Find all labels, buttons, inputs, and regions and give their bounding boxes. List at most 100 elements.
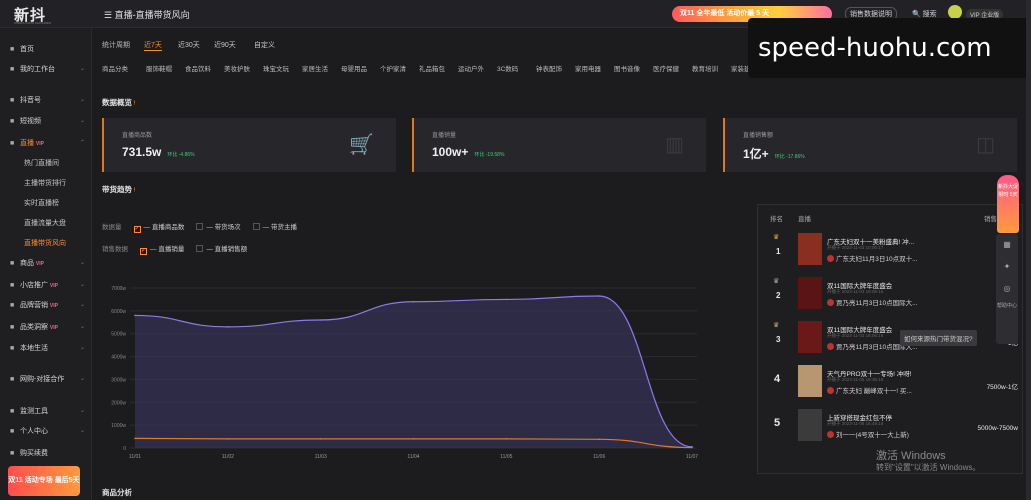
- help-center-icon[interactable]: 帮助中心: [996, 300, 1018, 322]
- category-option[interactable]: 服饰鞋帽: [146, 63, 172, 73]
- sidebar-item-2[interactable]: ■ 抖音号: [10, 95, 41, 105]
- sidebar-item-7[interactable]: 实时直播榜: [24, 198, 59, 208]
- category-option[interactable]: 医疗保健: [653, 63, 679, 73]
- anchor-info[interactable]: 广东夫妇 巅峰双十一! 买...: [827, 385, 912, 395]
- ranking-row[interactable]: ♛ 1 广东夫妇双十一美粉盛典! 冲... 开播于 2023-11-03 10:00:…: [758, 229, 1024, 273]
- anchor-info[interactable]: 刘一一(4号双十一大上新): [827, 429, 909, 439]
- category-option[interactable]: 食品饮料: [185, 63, 211, 73]
- sidebar-item-13[interactable]: ■ 品类洞察 VIP: [10, 322, 58, 332]
- overview-card: 直播销售额 1亿+ 环比 -17.86% ◫: [723, 118, 1017, 172]
- sidebar-item-5[interactable]: 热门直播间: [24, 158, 59, 168]
- period-option[interactable]: 近30天: [178, 40, 200, 50]
- ranking-row[interactable]: ♛ 3 双11国际大牌年度盛会 开播于 2023-11-03 18:06:16 贾乃亮1…: [758, 317, 1024, 361]
- sidebar-item-3[interactable]: ■ 短视频: [10, 116, 41, 126]
- period-option[interactable]: 近7天: [144, 40, 162, 51]
- category-option[interactable]: 美妆护肤: [224, 63, 250, 73]
- gift-icon[interactable]: ✦: [996, 256, 1018, 278]
- anchor-info[interactable]: 贾乃亮11月3日10点国际大...: [827, 297, 918, 307]
- chevron-icon[interactable]: ⌄: [80, 301, 85, 308]
- chevron-icon[interactable]: ⌄: [80, 259, 85, 266]
- sidebar-item-16[interactable]: ■ 监测工具: [10, 406, 48, 416]
- legend-checkbox[interactable]: ✓: [133, 226, 141, 233]
- data-point: [227, 326, 229, 328]
- live-thumbnail[interactable]: [798, 233, 822, 265]
- sidebar-item-0[interactable]: ■ 首页: [10, 44, 34, 54]
- category-label: 商品分类: [102, 66, 128, 73]
- avatar[interactable]: [948, 5, 962, 19]
- data-point: [412, 300, 415, 303]
- sidebar-item-4[interactable]: ■ 直播 VIP: [10, 138, 44, 148]
- sidebar-item-label: 本地生活: [19, 345, 48, 352]
- video-icon: ■: [10, 118, 15, 125]
- chevron-icon[interactable]: ⌄: [80, 427, 85, 434]
- chevron-icon[interactable]: ⌄: [80, 96, 85, 103]
- live-thumbnail[interactable]: [798, 409, 822, 441]
- sidebar-item-label: 抖音号: [19, 97, 41, 104]
- rank-number: 2: [776, 291, 781, 300]
- ranking-row[interactable]: 5 上新穿搭现金红包不停 开播于 2023-11-06 16:48:18 刘一一(4号…: [758, 405, 1024, 449]
- chevron-icon[interactable]: ⌄: [80, 281, 85, 288]
- sales-value: 5000w-7500w: [977, 425, 1018, 432]
- live-thumbnail[interactable]: [798, 321, 822, 353]
- category-option[interactable]: 图书音像: [614, 63, 640, 73]
- sidebar-item-15[interactable]: ■ 网购-对接合作: [10, 374, 64, 384]
- user-icon: ■: [10, 428, 15, 435]
- category-option[interactable]: 母婴用品: [341, 63, 367, 73]
- chevron-icon[interactable]: ⌄: [80, 323, 85, 330]
- ranking-row[interactable]: 4 天气丹PRO双十一专场! 冲呀! 开播于 2023-11-05 18:36:18…: [758, 361, 1024, 405]
- category-option[interactable]: 教育培训: [692, 63, 718, 73]
- chevron-icon[interactable]: ⌄: [80, 375, 85, 382]
- chevron-icon[interactable]: ⌄: [80, 65, 85, 72]
- vip-badge: VIP: [49, 325, 58, 331]
- sidebar-item-6[interactable]: 主播带货排行: [24, 178, 66, 188]
- bottom-promo-banner[interactable]: 双11 活动专场 最后5天: [8, 466, 80, 496]
- live-thumbnail[interactable]: [798, 277, 822, 309]
- goods-icon: ■: [10, 260, 15, 267]
- sidebar-item-12[interactable]: ■ 品牌营销 VIP: [10, 300, 58, 310]
- chevron-icon[interactable]: ⌄: [80, 117, 85, 124]
- chevron-icon[interactable]: ⌄: [80, 344, 85, 351]
- workbench-icon: ■: [10, 66, 15, 73]
- period-option[interactable]: 近90天: [214, 40, 236, 50]
- sidebar-item-14[interactable]: ■ 本地生活: [10, 343, 48, 353]
- category-option[interactable]: 礼品箱包: [419, 63, 445, 73]
- legend-checkbox[interactable]: [196, 223, 204, 230]
- period-option[interactable]: 自定义: [254, 40, 275, 50]
- category-option[interactable]: 珠宝文玩: [263, 63, 289, 73]
- app-icon[interactable]: ▦: [996, 234, 1018, 256]
- legend-checkbox[interactable]: ✓: [140, 248, 147, 255]
- right-promo-badge[interactable]: 新抖大促 限时 5天: [997, 175, 1019, 233]
- local-icon: ■: [10, 345, 15, 352]
- sidebar-item-label: 商品: [19, 260, 34, 267]
- page-scrollbar[interactable]: [1026, 0, 1031, 500]
- chevron-icon[interactable]: ⌃: [80, 139, 85, 146]
- sidebar-item-10[interactable]: ■ 商品 VIP: [10, 258, 44, 268]
- sidebar-item-11[interactable]: ■ 小店推广 VIP: [10, 280, 58, 290]
- legend-checkbox[interactable]: [196, 245, 204, 252]
- card-value-text: 100w+: [432, 145, 469, 159]
- chat-icon[interactable]: ◎: [996, 278, 1018, 300]
- category-option[interactable]: 个护家清: [380, 63, 406, 73]
- sidebar-item-17[interactable]: ■ 个人中心: [10, 426, 48, 436]
- sidebar-item-label: 监测工具: [19, 408, 48, 415]
- chevron-icon[interactable]: ⌄: [80, 407, 85, 414]
- sidebar-item-8[interactable]: 直播流量大盘: [24, 218, 66, 228]
- sidebar-item-1[interactable]: ■ 我的工作台: [10, 64, 55, 74]
- menu-icon[interactable]: ☰: [104, 10, 115, 20]
- sidebar-item-18[interactable]: ■ 购买续费: [10, 448, 48, 458]
- category-option[interactable]: 家用电器: [575, 63, 601, 73]
- ranking-row[interactable]: ♛ 2 双11国际大牌年度盛会 开播于 2023-11-03 18:06:16 贾乃亮1…: [758, 273, 1024, 317]
- y-tick-label: 6000w: [111, 309, 126, 315]
- logo-subtitle: XINDOU DATA PLATFORM: [14, 21, 51, 25]
- category-option[interactable]: 3C数码: [497, 63, 518, 73]
- category-option[interactable]: 家居生活: [302, 63, 328, 73]
- medal-icon: ♛: [773, 278, 780, 285]
- sidebar-item-label: 实时直播榜: [24, 200, 59, 207]
- sidebar-item-9[interactable]: 直播带货风向: [24, 238, 66, 248]
- category-option[interactable]: 钟表配饰: [536, 63, 562, 73]
- category-option[interactable]: 运动户外: [458, 63, 484, 73]
- card-label: 直播销售额: [743, 133, 774, 139]
- live-thumbnail[interactable]: [798, 365, 822, 397]
- anchor-info[interactable]: 广东夫妇11月3日10点双十...: [827, 253, 918, 263]
- legend-checkbox[interactable]: [252, 223, 260, 230]
